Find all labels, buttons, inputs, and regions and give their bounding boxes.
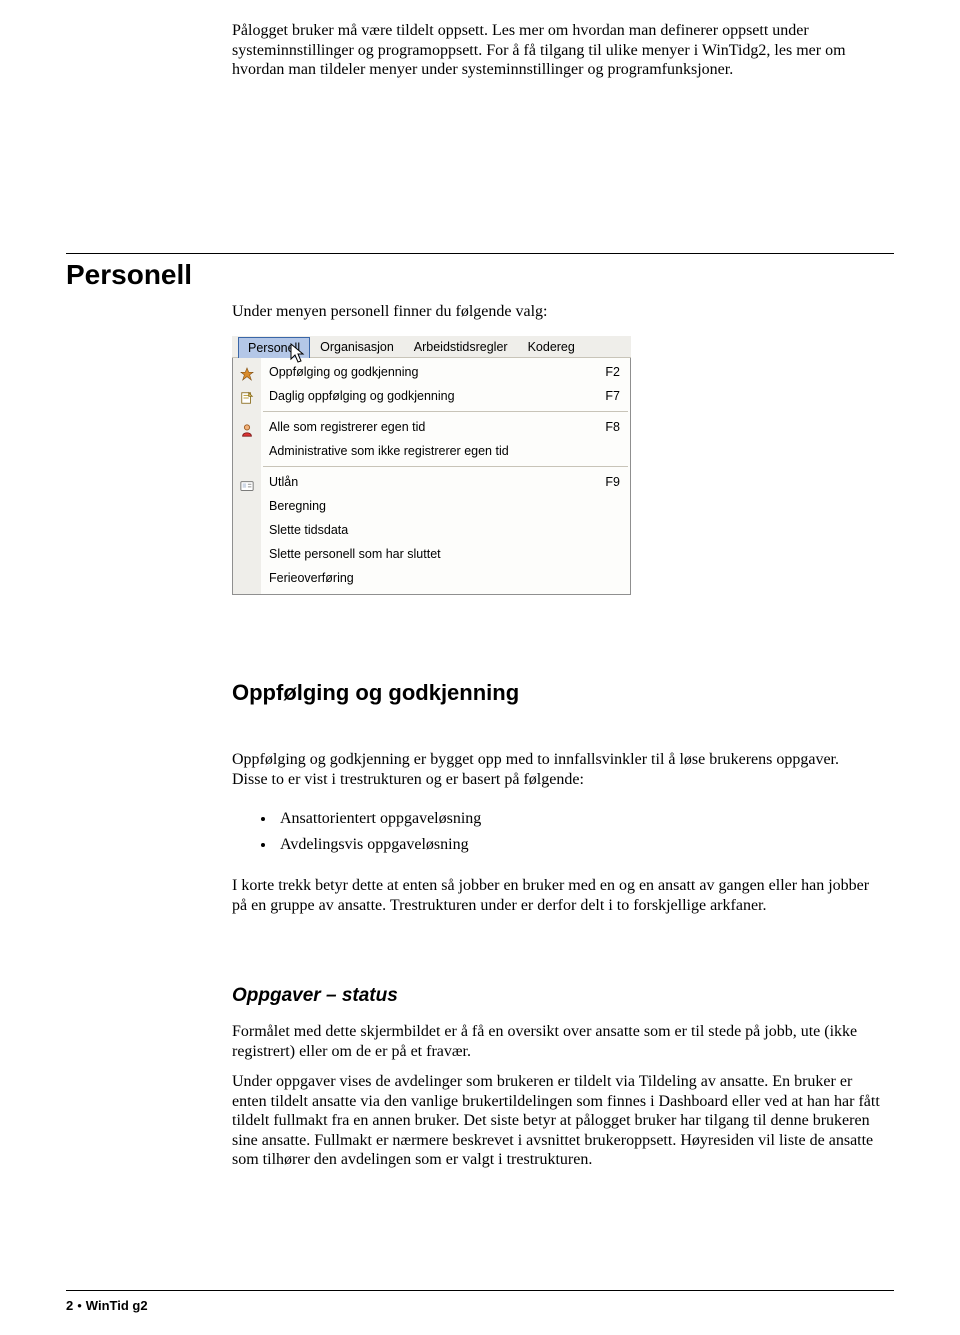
paragraph-d: Under oppgaver vises de avdelinger som b… bbox=[232, 1072, 880, 1170]
person-icon bbox=[240, 423, 254, 437]
bullet-item: Avdelingsvis oppgaveløsning bbox=[276, 836, 868, 854]
section-rule bbox=[66, 253, 894, 254]
menu-screenshot: Personell Organisasjon Arbeidstidsregler… bbox=[232, 336, 631, 595]
paragraph-a: Oppfølging og godkjenning er bygget opp … bbox=[232, 750, 872, 789]
menu-item-label: Slette personell som har sluttet bbox=[269, 547, 620, 561]
menu-top-label: Personell bbox=[248, 341, 300, 355]
menu-item-label: Utlån bbox=[269, 475, 593, 489]
menu-dropdown: Oppfølging og godkjenning F2 Daglig oppf… bbox=[232, 358, 631, 595]
star-person-icon bbox=[240, 367, 254, 381]
menu-top-label: Organisasjon bbox=[320, 340, 394, 354]
menu-item-slette-tidsdata[interactable]: Slette tidsdata bbox=[261, 518, 630, 542]
menu-separator bbox=[263, 466, 628, 467]
note-icon bbox=[240, 391, 254, 405]
footer-product: WinTid g2 bbox=[86, 1298, 148, 1313]
footer-dot: • bbox=[73, 1298, 86, 1313]
bullet-list: Ansattorientert oppgaveløsning Avdelings… bbox=[258, 810, 868, 862]
menu-top-personell[interactable]: Personell bbox=[238, 337, 310, 358]
menu-item-alle[interactable]: Alle som registrerer egen tid F8 bbox=[261, 415, 630, 439]
menu-icon-gutter bbox=[233, 358, 261, 594]
bullet-item: Ansattorientert oppgaveløsning bbox=[276, 810, 868, 828]
menu-item-label: Ferieoverføring bbox=[269, 571, 620, 585]
menu-top-label: Arbeidstidsregler bbox=[414, 340, 508, 354]
menu-item-shortcut: F2 bbox=[593, 365, 620, 379]
subheading-oppgaver-status: Oppgaver – status bbox=[232, 985, 398, 1007]
menu-item-label: Beregning bbox=[269, 499, 620, 513]
menu-top-label: Kodereg bbox=[528, 340, 575, 354]
menu-top-arbeidstidsregler[interactable]: Arbeidstidsregler bbox=[404, 336, 518, 357]
menu-top-kodereg[interactable]: Kodereg bbox=[518, 336, 585, 357]
menu-top-organisasjon[interactable]: Organisasjon bbox=[310, 336, 404, 357]
menu-separator bbox=[263, 411, 628, 412]
menu-item-utlan[interactable]: Utlån F9 bbox=[261, 470, 630, 494]
footer-rule bbox=[66, 1290, 894, 1291]
menu-item-label: Administrative som ikke registrerer egen… bbox=[269, 444, 608, 458]
menu-item-label: Slette tidsdata bbox=[269, 523, 620, 537]
menu-body: Oppfølging og godkjenning F2 Daglig oppf… bbox=[261, 358, 630, 594]
intro-paragraph: Pålogget bruker må være tildelt oppsett.… bbox=[232, 21, 872, 80]
personell-intro: Under menyen personell finner du følgend… bbox=[232, 303, 872, 321]
menu-item-label: Daglig oppfølging og godkjenning bbox=[269, 389, 593, 403]
menu-item-shortcut: F9 bbox=[593, 475, 620, 489]
menu-item-shortcut: F7 bbox=[593, 389, 620, 403]
menu-item-oppfolging[interactable]: Oppfølging og godkjenning F2 bbox=[261, 360, 630, 384]
page-footer: 2•WinTid g2 bbox=[66, 1298, 148, 1314]
menu-item-label: Alle som registrerer egen tid bbox=[269, 420, 593, 434]
section-title: Personell bbox=[66, 259, 192, 291]
menu-item-shortcut: F8 bbox=[593, 420, 620, 434]
menu-item-administrative[interactable]: Administrative som ikke registrerer egen… bbox=[261, 439, 630, 463]
menu-item-label: Oppfølging og godkjenning bbox=[269, 365, 593, 379]
subheading-oppfolging: Oppfølging og godkjenning bbox=[232, 680, 519, 706]
paragraph-b: I korte trekk betyr dette at enten så jo… bbox=[232, 876, 872, 915]
menu-item-daglig[interactable]: Daglig oppfølging og godkjenning F7 bbox=[261, 384, 630, 408]
menu-item-slette-personell[interactable]: Slette personell som har sluttet bbox=[261, 542, 630, 566]
menu-item-beregning[interactable]: Beregning bbox=[261, 494, 630, 518]
menu-bar: Personell Organisasjon Arbeidstidsregler… bbox=[232, 336, 631, 358]
menu-item-ferieoverforing[interactable]: Ferieoverføring bbox=[261, 566, 630, 590]
id-card-icon bbox=[240, 479, 254, 493]
paragraph-c: Formålet med dette skjermbildet er å få … bbox=[232, 1022, 880, 1061]
